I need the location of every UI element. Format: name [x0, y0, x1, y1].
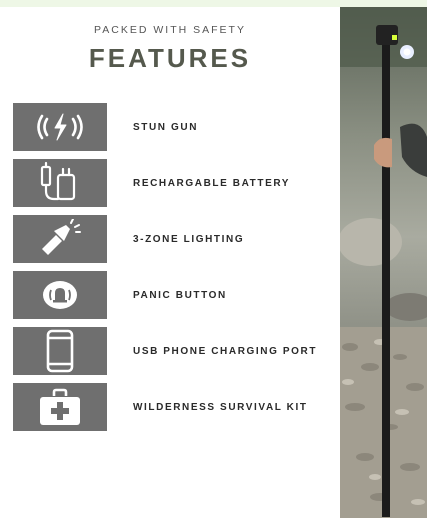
feature-list: STUN GUN RECHARGABLE BATTERY 3-ZONE LIGH…: [13, 103, 317, 439]
features-panel: PACKED WITH SAFETY FEATURES STUN GUN REC…: [0, 7, 340, 518]
feature-item-stun-gun: STUN GUN: [13, 103, 317, 151]
feature-label: RECHARGABLE BATTERY: [133, 177, 291, 189]
feature-label: USB PHONE CHARGING PORT: [133, 345, 318, 357]
charging-plug-icon: [13, 159, 107, 207]
panic-alarm-icon: [13, 271, 107, 319]
feature-label: PANIC BUTTON: [133, 289, 227, 301]
feature-label: 3-ZONE LIGHTING: [133, 233, 245, 245]
feature-label: STUN GUN: [133, 121, 199, 133]
feature-item-lighting: 3-ZONE LIGHTING: [13, 215, 317, 263]
feature-item-panic-button: PANIC BUTTON: [13, 271, 317, 319]
stun-gun-icon: [13, 103, 107, 151]
product-photo: [340, 7, 427, 518]
feature-label: WILDERNESS SURVIVAL KIT: [133, 401, 308, 413]
flashlight-icon: [13, 215, 107, 263]
feature-item-usb-port: USB PHONE CHARGING PORT: [13, 327, 317, 375]
eyebrow-text: PACKED WITH SAFETY: [94, 24, 246, 36]
feature-item-survival-kit: WILDERNESS SURVIVAL KIT: [13, 383, 317, 431]
first-aid-kit-icon: [13, 383, 107, 431]
page-title: FEATURES: [88, 43, 252, 73]
feature-item-battery: RECHARGABLE BATTERY: [13, 159, 317, 207]
smartphone-icon: [13, 327, 107, 375]
